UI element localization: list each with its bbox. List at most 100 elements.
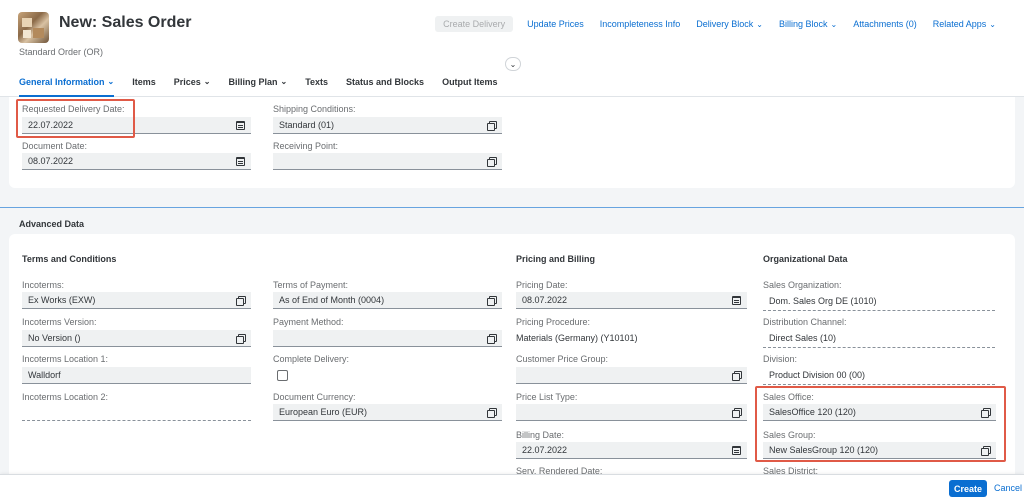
attachments-button[interactable]: Attachments (0)	[845, 16, 925, 32]
collapse-header-button[interactable]: ⌄	[505, 57, 521, 71]
document-date-value: 08.07.2022	[28, 156, 74, 166]
value-help-icon[interactable]	[487, 408, 497, 418]
tab-texts[interactable]: Texts	[296, 70, 337, 97]
chevron-down-icon: ⌄	[756, 19, 763, 29]
tab-label: Billing Plan	[228, 77, 278, 87]
pricing-date-value: 08.07.2022	[522, 295, 568, 305]
create-button[interactable]: Create	[949, 480, 988, 497]
general-information-card	[9, 97, 1015, 188]
terms-and-conditions-title: Terms and Conditions	[22, 254, 117, 264]
chevron-down-icon: ⌄	[989, 19, 996, 29]
billing-date-field[interactable]: 22.07.2022	[516, 442, 747, 459]
organizational-data-title: Organizational Data	[763, 254, 848, 264]
cancel-button[interactable]: Cancel	[994, 483, 1022, 493]
highlight-box	[16, 99, 135, 138]
payment-method-field[interactable]	[273, 330, 502, 347]
highlight-box	[755, 386, 1006, 462]
footer-toolbar: Create Cancel	[0, 474, 1024, 503]
tab-status-and-blocks[interactable]: Status and Blocks	[337, 70, 433, 97]
tab-prices[interactable]: Prices ⌄	[165, 70, 220, 97]
section-divider	[0, 207, 1024, 208]
incoterms-location2-field[interactable]	[22, 420, 251, 421]
tab-label: Texts	[305, 77, 329, 87]
value-help-icon[interactable]	[732, 371, 742, 381]
incoterms-version-label: Incoterms Version:	[22, 317, 97, 327]
delivery-block-menu[interactable]: Delivery Block ⌄	[688, 16, 771, 32]
incoterms-label: Incoterms:	[22, 280, 65, 290]
document-currency-field[interactable]: European Euro (EUR)	[273, 404, 502, 421]
chevron-down-icon: ⌄	[509, 59, 517, 69]
document-currency-value: European Euro (EUR)	[279, 407, 368, 417]
page-subtitle: Standard Order (OR)	[19, 47, 104, 57]
billing-block-label: Billing Block	[778, 19, 828, 29]
shipping-conditions-value: Standard (01)	[279, 120, 335, 130]
advanced-data-title: Advanced Data	[19, 219, 85, 229]
tab-general-information[interactable]: General Information ⌄	[0, 70, 123, 97]
customer-price-group-field[interactable]	[516, 367, 747, 384]
chevron-down-icon: ⌄	[280, 77, 288, 86]
related-apps-label: Related Apps	[932, 19, 987, 29]
value-help-icon[interactable]	[236, 296, 246, 306]
incoterms-location2-label: Incoterms Location 2:	[22, 392, 109, 402]
customer-price-group-label: Customer Price Group:	[516, 354, 609, 364]
related-apps-menu[interactable]: Related Apps ⌄	[925, 16, 1004, 32]
pricing-procedure-label: Pricing Procedure:	[516, 317, 591, 327]
billing-block-menu[interactable]: Billing Block ⌄	[771, 16, 845, 32]
chevron-down-icon: ⌄	[830, 19, 838, 29]
create-delivery-button[interactable]: Create Delivery	[435, 16, 514, 32]
calendar-icon[interactable]	[236, 157, 245, 166]
shipping-conditions-label: Shipping Conditions:	[273, 104, 356, 114]
sales-organization-label: Sales Organization:	[763, 280, 842, 290]
pricing-date-field[interactable]: 08.07.2022	[516, 292, 747, 309]
delivery-block-label: Delivery Block	[696, 19, 754, 29]
receiving-point-field[interactable]	[273, 153, 502, 170]
incoterms-version-field[interactable]: No Version ()	[22, 330, 251, 347]
distribution-channel-label: Distribution Channel:	[763, 317, 847, 327]
value-help-icon[interactable]	[732, 408, 742, 418]
value-help-icon[interactable]	[487, 157, 497, 167]
tab-items[interactable]: Items	[123, 70, 165, 97]
terms-of-payment-value: As of End of Month (0004)	[279, 295, 385, 305]
value-help-icon[interactable]	[487, 296, 497, 306]
document-currency-label: Document Currency:	[273, 392, 356, 402]
billing-date-label: Billing Date:	[516, 430, 565, 440]
calendar-icon[interactable]	[732, 296, 741, 305]
price-list-type-field[interactable]	[516, 404, 747, 421]
pricing-procedure-value: Materials (Germany) (Y10101)	[516, 333, 638, 343]
update-prices-button[interactable]: Update Prices	[519, 16, 592, 32]
pricing-and-billing-title: Pricing and Billing	[516, 254, 596, 264]
chevron-down-icon: ⌄	[107, 77, 115, 86]
tab-label: Status and Blocks	[346, 77, 425, 87]
complete-delivery-label: Complete Delivery:	[273, 354, 350, 364]
value-help-icon[interactable]	[487, 334, 497, 344]
complete-delivery-checkbox[interactable]	[277, 370, 288, 381]
incoterms-field[interactable]: Ex Works (EXW)	[22, 292, 251, 309]
document-date-label: Document Date:	[22, 141, 88, 151]
billing-date-value: 22.07.2022	[522, 445, 568, 455]
sales-organization-value: Dom. Sales Org DE (1010)	[769, 296, 877, 306]
incoterms-value: Ex Works (EXW)	[28, 295, 96, 305]
calendar-icon[interactable]	[236, 121, 245, 130]
incoterms-location1-value: Walldorf	[28, 370, 61, 380]
calendar-icon[interactable]	[732, 446, 741, 455]
value-help-icon[interactable]	[487, 121, 497, 131]
terms-of-payment-field[interactable]: As of End of Month (0004)	[273, 292, 502, 309]
payment-method-label: Payment Method:	[273, 317, 344, 327]
tab-label: Prices	[173, 77, 201, 87]
distribution-channel-underline	[763, 347, 995, 348]
incompleteness-info-button[interactable]: Incompleteness Info	[592, 16, 689, 32]
chevron-down-icon: ⌄	[203, 77, 211, 86]
division-label: Division:	[763, 354, 798, 364]
incoterms-version-value: No Version ()	[28, 333, 81, 343]
value-help-icon[interactable]	[236, 334, 246, 344]
document-date-field[interactable]: 08.07.2022	[22, 153, 251, 170]
terms-of-payment-label: Terms of Payment:	[273, 280, 349, 290]
incoterms-location1-field[interactable]: Walldorf	[22, 367, 251, 384]
incoterms-location1-label: Incoterms Location 1:	[22, 354, 109, 364]
shipping-conditions-field[interactable]: Standard (01)	[273, 117, 502, 134]
receiving-point-label: Receiving Point:	[273, 141, 339, 151]
app-avatar-image	[18, 12, 49, 43]
header-actions: Create Delivery Update Prices Incomplete…	[435, 16, 1004, 32]
tab-billing-plan[interactable]: Billing Plan ⌄	[219, 70, 296, 97]
tab-output-items[interactable]: Output Items	[433, 70, 507, 97]
